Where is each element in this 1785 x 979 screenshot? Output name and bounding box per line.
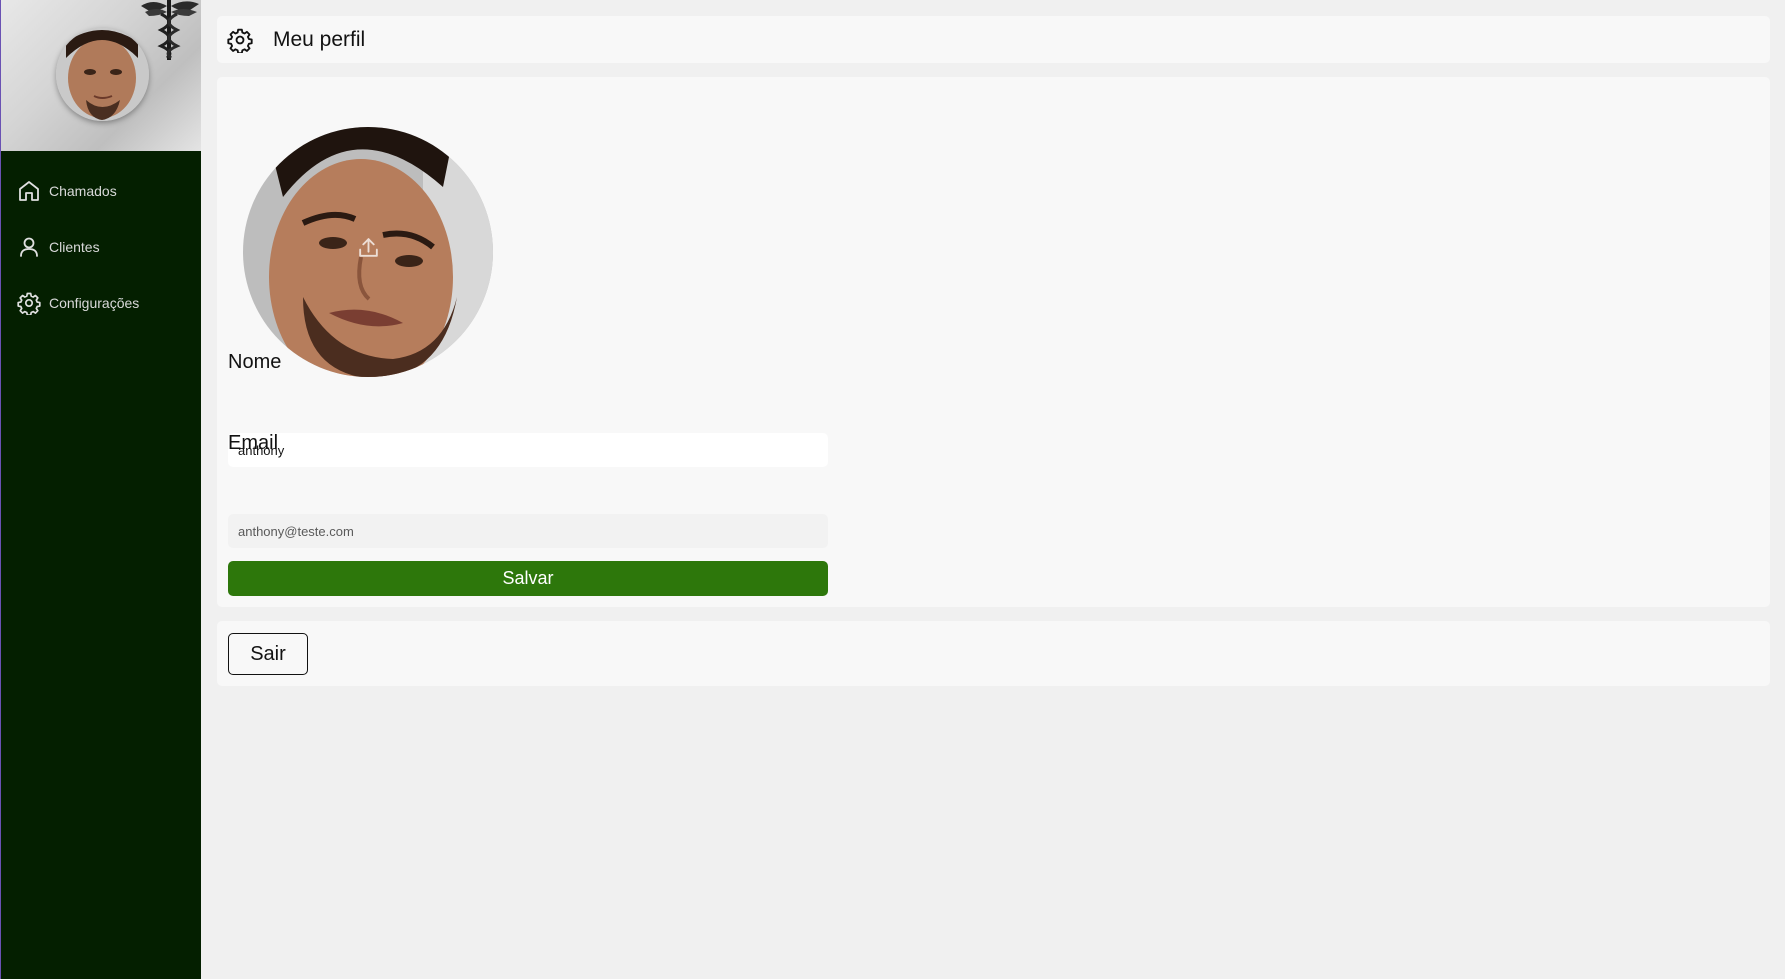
sidebar-item-chamados[interactable]: Chamados: [1, 163, 201, 219]
save-button[interactable]: Salvar: [228, 561, 828, 596]
email-field: [228, 514, 828, 548]
logout-button[interactable]: Sair: [228, 633, 308, 675]
profile-form-card: Nome Email Salvar: [217, 77, 1770, 607]
gear-icon: [227, 27, 253, 53]
sidebar-item-label: Configurações: [49, 295, 140, 311]
user-icon: [17, 235, 41, 259]
page-header: Meu perfil: [217, 16, 1770, 63]
page-title: Meu perfil: [273, 27, 366, 51]
sidebar-item-label: Clientes: [49, 239, 100, 255]
sidebar-item-configuracoes[interactable]: Configurações: [1, 275, 201, 331]
sidebar-header: [1, 0, 201, 151]
gear-icon: [17, 291, 41, 315]
sidebar-item-clientes[interactable]: Clientes: [1, 219, 201, 275]
sidebar-nav: Chamados Clientes Configurações: [1, 151, 201, 331]
sidebar-avatar: [56, 28, 149, 121]
home-icon: [17, 179, 41, 203]
name-field[interactable]: [228, 433, 828, 467]
logout-card: Sair: [217, 621, 1770, 686]
main-content: Meu perfil Nome anthony Email anthony@te…: [201, 0, 1785, 979]
upload-icon: [359, 238, 378, 257]
email-label: Email: [228, 432, 279, 454]
sidebar-item-label: Chamados: [49, 183, 117, 199]
sidebar: Chamados Clientes Configurações: [0, 0, 201, 979]
avatar-upload[interactable]: [243, 127, 493, 377]
name-label: Nome: [228, 351, 282, 373]
